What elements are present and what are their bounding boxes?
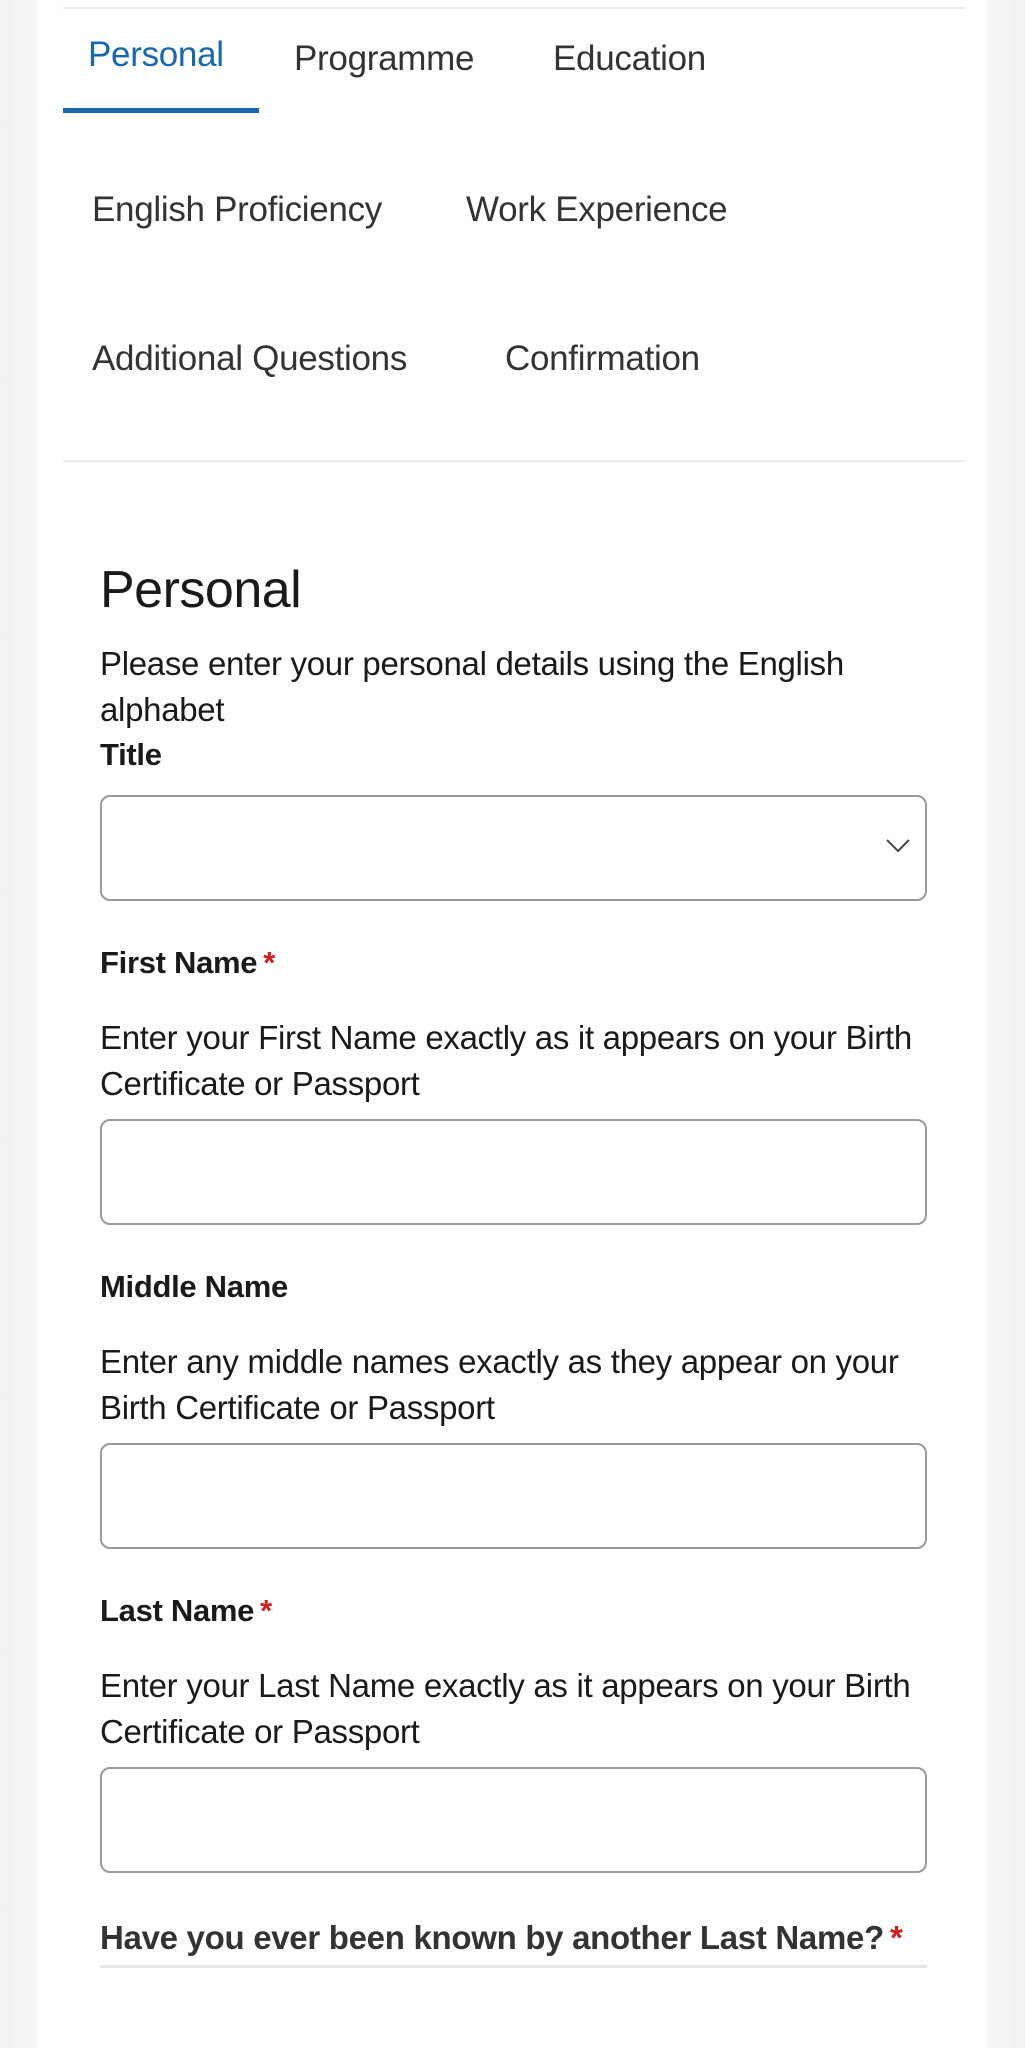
last-name-help: Enter your Last Name exactly as it appea… bbox=[100, 1667, 911, 1750]
tab-personal[interactable]: Personal bbox=[88, 35, 224, 75]
required-marker: * bbox=[260, 1593, 272, 1628]
other-last-name-legend: Have you ever been known by another Last… bbox=[100, 1915, 927, 1968]
section-title: Personal bbox=[100, 561, 302, 619]
last-name-input[interactable] bbox=[100, 1767, 927, 1873]
last-name-field: Last Name * Enter your Last Name exactly … bbox=[100, 1589, 927, 1873]
middle-name-field: Middle Name Enter any middle names exact… bbox=[100, 1265, 927, 1549]
required-marker: * bbox=[263, 945, 275, 980]
last-name-label: Last Name * bbox=[100, 1589, 927, 1633]
tab-english-proficiency[interactable]: English Proficiency bbox=[92, 190, 382, 230]
title-select[interactable] bbox=[100, 795, 927, 901]
application-steps-tabs: Personal Programme Education English Pro… bbox=[63, 9, 965, 459]
first-name-field: First Name * Enter your First Name exactl… bbox=[100, 941, 927, 1225]
chevron-down-icon bbox=[886, 839, 910, 853]
first-name-label-text: First Name bbox=[100, 945, 258, 980]
tab-row-1: Personal Programme Education bbox=[63, 9, 965, 159]
first-name-label: First Name * bbox=[100, 941, 927, 985]
required-marker: * bbox=[889, 1919, 903, 1956]
first-name-help: Enter your First Name exactly as it appe… bbox=[100, 1019, 912, 1102]
tab-additional-questions[interactable]: Additional Questions bbox=[92, 339, 407, 379]
middle-name-label: Middle Name bbox=[100, 1265, 927, 1309]
tab-programme[interactable]: Programme bbox=[294, 39, 474, 79]
title-label-text: Title bbox=[100, 737, 162, 772]
tab-row-2: English Proficiency Work Experience bbox=[63, 159, 965, 309]
active-tab-indicator bbox=[63, 108, 259, 113]
tab-confirmation[interactable]: Confirmation bbox=[505, 339, 700, 379]
middle-name-label-text: Middle Name bbox=[100, 1269, 288, 1304]
last-name-label-text: Last Name bbox=[100, 1593, 255, 1628]
first-name-input[interactable] bbox=[100, 1119, 927, 1225]
tabs-divider bbox=[63, 460, 965, 462]
section-intro: Please enter your personal details using… bbox=[100, 645, 844, 728]
other-last-name-label-text: Have you ever been known by another Last… bbox=[100, 1919, 884, 1956]
tab-education[interactable]: Education bbox=[553, 39, 706, 79]
title-label: Title bbox=[100, 733, 927, 777]
personal-section: Personal Please enter your personal deta… bbox=[100, 555, 927, 1968]
tab-work-experience[interactable]: Work Experience bbox=[466, 190, 728, 230]
title-field: Title bbox=[100, 733, 927, 901]
middle-name-help: Enter any middle names exactly as they a… bbox=[100, 1343, 899, 1426]
tab-row-3: Additional Questions Confirmation bbox=[63, 309, 965, 459]
middle-name-input[interactable] bbox=[100, 1443, 927, 1549]
other-last-name-question: Have you ever been known by another Last… bbox=[100, 1915, 927, 1968]
